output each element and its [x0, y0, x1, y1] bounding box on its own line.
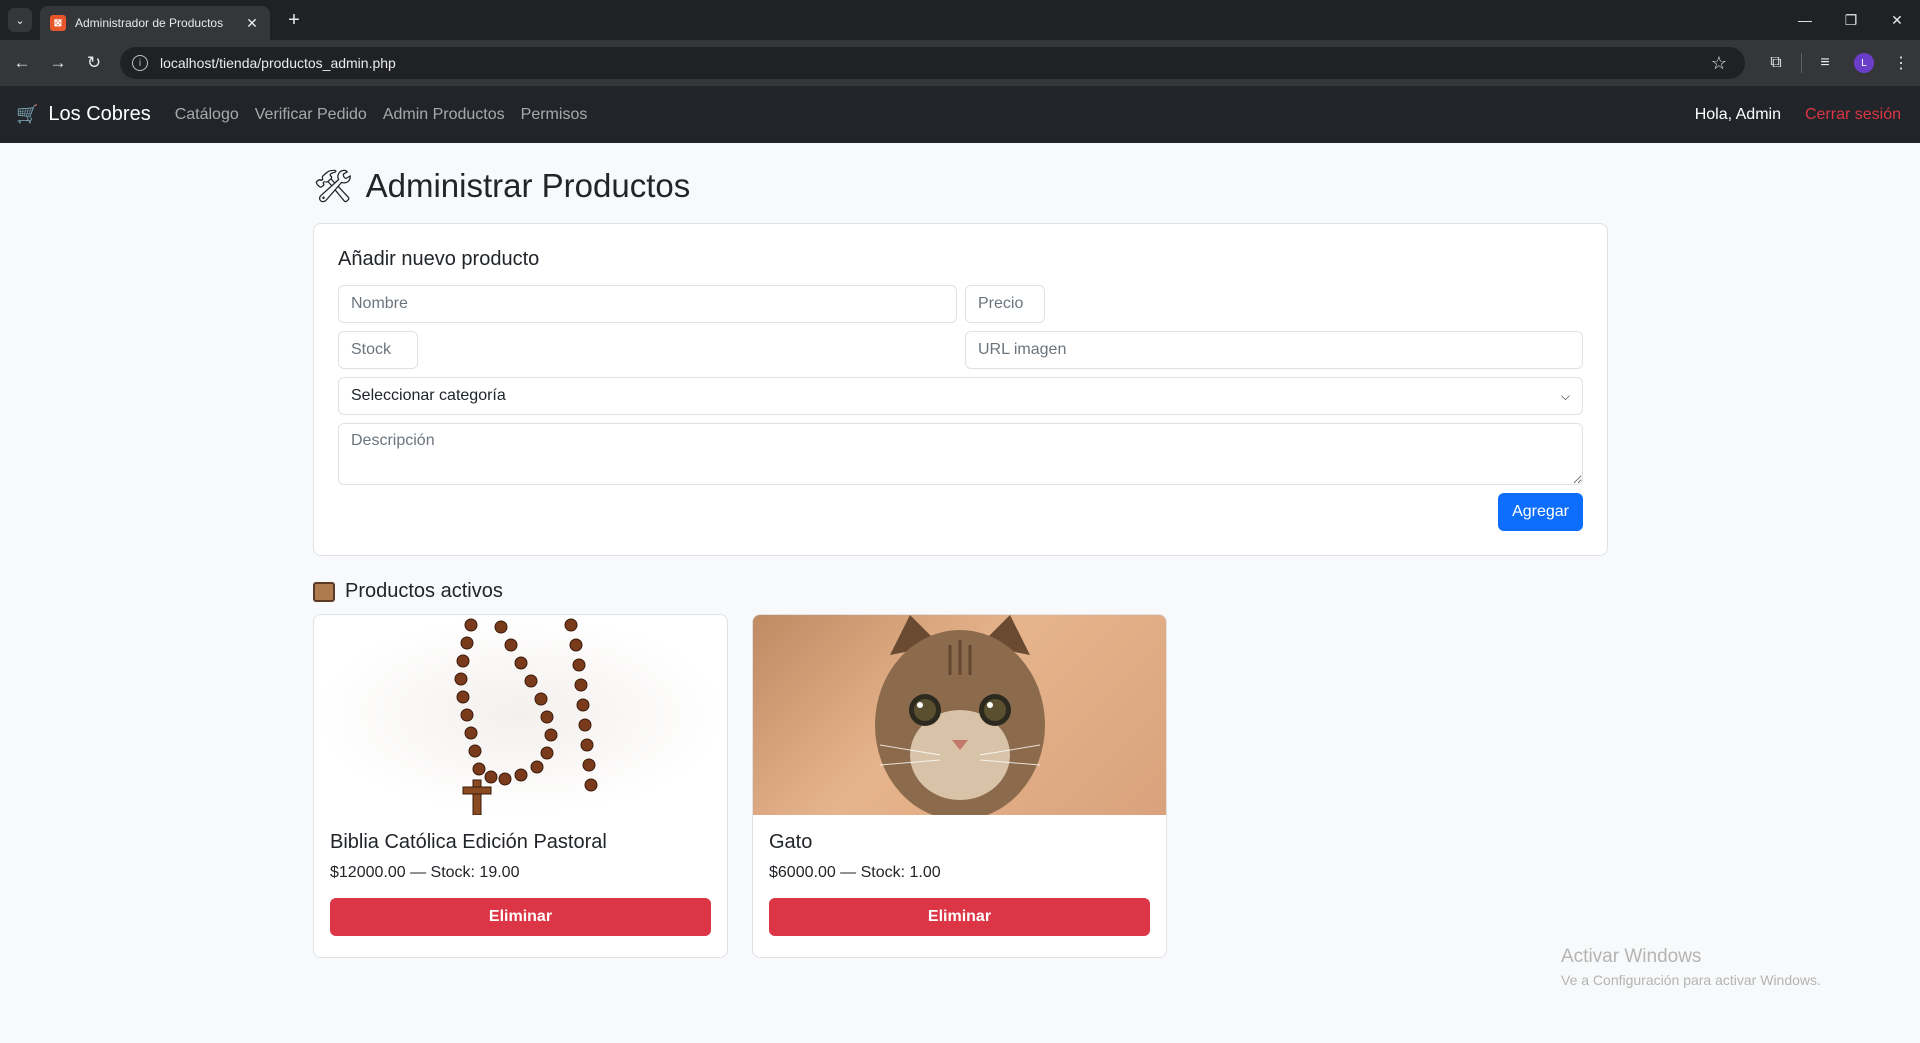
cart-icon: 🛒: [16, 104, 39, 124]
nav-link-verificar-pedido[interactable]: Verificar Pedido: [255, 106, 367, 124]
site-info-icon[interactable]: i: [132, 55, 148, 71]
product-list: Biblia Católica Edición Pastoral $12000.…: [313, 614, 1608, 958]
url-text: localhost/tienda/productos_admin.php: [160, 55, 396, 71]
nav-right: Hola, Admin Cerrar sesión: [1695, 106, 1904, 124]
category-selected-value: Seleccionar categoría: [351, 387, 506, 404]
toolbar-right: ⧉ ≡ L ⋮: [1759, 40, 1920, 86]
windows-activation-watermark: Activar Windows Ve a Configuración para …: [1561, 946, 1821, 988]
tools-icon: 🛠: [313, 168, 354, 204]
close-tab-icon[interactable]: ✕: [244, 15, 260, 32]
forward-icon[interactable]: →: [46, 51, 70, 75]
add-product-card: Añadir nuevo producto Seleccionar catego…: [313, 223, 1608, 556]
cat-image: [874, 615, 1045, 815]
main-content: 🛠 Administrar Productos Añadir nuevo pro…: [313, 143, 1608, 958]
address-bar[interactable]: i localhost/tienda/productos_admin.php ☆: [120, 47, 1745, 79]
section-title-text: Productos activos: [345, 580, 503, 602]
chevron-down-icon: ⌵: [1560, 388, 1570, 403]
product-card: Gato $6000.00 — Stock: 1.00 Eliminar: [752, 614, 1167, 958]
watermark-subtitle: Ve a Configuración para activar Windows.: [1561, 972, 1821, 988]
delete-product-button[interactable]: Eliminar: [769, 898, 1150, 936]
reload-icon[interactable]: ↻: [82, 51, 106, 75]
nav-link-permisos[interactable]: Permisos: [521, 106, 588, 124]
section-title: Productos activos: [313, 580, 1608, 603]
product-name: Biblia Católica Edición Pastoral: [330, 831, 607, 853]
price-input[interactable]: [965, 285, 1045, 323]
package-icon: [313, 581, 335, 602]
product-image: [753, 615, 1166, 815]
tab-title: Administrador de Productos: [75, 16, 224, 30]
form-row: [338, 331, 1583, 369]
browser-tab-bar: ⌄ ⊠ Administrador de Productos ✕ + — ❐ ✕: [0, 0, 1920, 40]
profile-avatar[interactable]: L: [1854, 53, 1874, 73]
product-card-body: Biblia Católica Edición Pastoral $12000.…: [314, 815, 727, 952]
nav-link-admin-productos[interactable]: Admin Productos: [383, 106, 505, 124]
minimize-button[interactable]: —: [1782, 0, 1828, 40]
site-navbar: 🛒 Los Cobres Catálogo Verificar Pedido A…: [0, 86, 1920, 143]
user-greeting: Hola, Admin: [1694, 105, 1781, 123]
product-image: [314, 615, 727, 815]
brand-name: Los Cobres: [48, 103, 151, 125]
form-title: Añadir nuevo producto: [338, 248, 540, 270]
page-title-text: Administrar Productos: [365, 167, 691, 204]
close-window-button[interactable]: ✕: [1874, 0, 1920, 40]
menu-icon[interactable]: ⋮: [1884, 46, 1918, 80]
browser-tab[interactable]: ⊠ Administrador de Productos ✕: [40, 6, 270, 40]
product-card: Biblia Católica Edición Pastoral $12000.…: [313, 614, 728, 958]
delete-product-button[interactable]: Eliminar: [330, 898, 711, 936]
tab-search-button[interactable]: ⌄: [8, 8, 32, 32]
add-product-button[interactable]: Agregar: [1498, 493, 1583, 531]
bookmark-star-icon[interactable]: ☆: [1711, 53, 1727, 74]
description-textarea[interactable]: [338, 423, 1583, 485]
media-control-icon[interactable]: ≡: [1808, 46, 1842, 80]
product-price-stock: $6000.00 — Stock: 1.00: [769, 864, 941, 881]
watermark-title: Activar Windows: [1561, 946, 1702, 967]
form-actions: Agregar: [338, 493, 1583, 531]
back-icon[interactable]: ←: [10, 51, 34, 75]
product-card-body: Gato $6000.00 — Stock: 1.00 Eliminar: [753, 815, 1166, 952]
product-price-stock: $12000.00 — Stock: 19.00: [330, 864, 520, 881]
brand[interactable]: 🛒 Los Cobres: [16, 103, 151, 126]
category-select[interactable]: Seleccionar categoría ⌵: [338, 377, 1583, 415]
rosary-image: [454, 618, 597, 815]
page-title: 🛠 Administrar Productos: [313, 167, 1608, 205]
new-tab-button[interactable]: +: [282, 8, 306, 32]
logout-link[interactable]: Cerrar sesión: [1805, 106, 1901, 124]
image-url-input[interactable]: [965, 331, 1583, 369]
extensions-icon[interactable]: ⧉: [1759, 46, 1793, 80]
browser-toolbar: ← → ↻ i localhost/tienda/productos_admin…: [0, 40, 1920, 86]
product-name: Gato: [769, 831, 813, 853]
name-input[interactable]: [338, 285, 957, 323]
restore-button[interactable]: ❐: [1828, 0, 1874, 40]
form-row: [338, 285, 1583, 323]
toolbar-divider: [1801, 53, 1802, 73]
window-controls: — ❐ ✕: [1782, 0, 1920, 40]
nav-link-catalogo[interactable]: Catálogo: [175, 106, 239, 124]
stock-input[interactable]: [338, 331, 418, 369]
favicon-icon: ⊠: [50, 15, 66, 31]
